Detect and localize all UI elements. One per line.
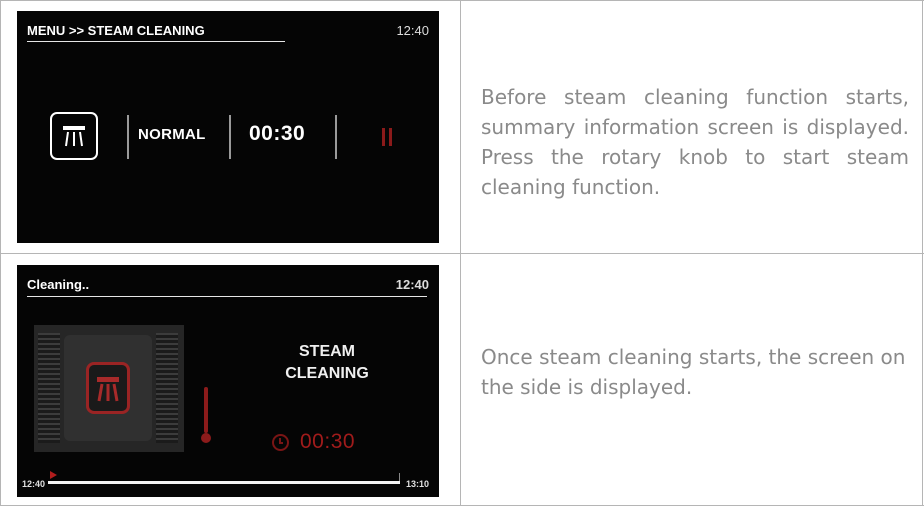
screen-header: Cleaning.. 12:40	[27, 277, 429, 295]
progress-start-time: 12:40	[22, 479, 46, 489]
table-border-top	[0, 0, 924, 1]
table-border-middle	[0, 253, 924, 254]
status-text: Cleaning..	[27, 277, 90, 292]
cleaning-screen: Cleaning.. 12:40 STEAM CLEANING 00:30 12…	[17, 265, 439, 497]
header-underline	[27, 41, 285, 42]
remaining-time: 00:30	[300, 430, 356, 453]
breadcrumb: MENU >> STEAM CLEANING	[27, 23, 205, 38]
oven-rack-lines	[38, 333, 60, 443]
pause-icon	[382, 128, 392, 146]
function-label-line2: CLEANING	[285, 365, 369, 382]
separator	[127, 115, 129, 159]
table-border-divider	[460, 0, 461, 506]
progress-end-marker	[399, 473, 400, 481]
oven-icon	[34, 325, 184, 452]
steam-tray-icon	[86, 362, 130, 414]
progress-bar	[48, 481, 400, 484]
table-border-left	[0, 0, 1, 506]
clock-time: 12:40	[395, 277, 429, 292]
cleaning-duration: 00:30	[249, 122, 306, 145]
thermometer-icon	[200, 385, 212, 447]
clock-icon	[272, 434, 289, 451]
separator	[335, 115, 337, 159]
oven-rack-lines	[156, 333, 178, 443]
cleaning-description: Once steam cleaning starts, the screen o…	[481, 345, 906, 399]
function-label: STEAM CLEANING	[267, 341, 387, 385]
table-border-bottom	[0, 505, 924, 506]
instruction-table: MENU >> STEAM CLEANING 12:40 NORMAL 00:3…	[0, 0, 924, 507]
function-label-line1: STEAM	[299, 343, 355, 360]
summary-screen: MENU >> STEAM CLEANING 12:40 NORMAL 00:3…	[17, 11, 439, 243]
cleaning-mode: NORMAL	[138, 126, 206, 143]
table-border-right	[922, 0, 923, 506]
steam-tray-icon	[50, 112, 98, 160]
screen-header: MENU >> STEAM CLEANING 12:40	[27, 23, 429, 41]
summary-description: Before steam cleaning function starts, s…	[481, 85, 909, 199]
progress-end-time: 13:10	[406, 479, 430, 489]
clock-time: 12:40	[396, 23, 429, 38]
progress-marker	[50, 471, 57, 479]
separator	[229, 115, 231, 159]
header-underline	[27, 296, 427, 297]
